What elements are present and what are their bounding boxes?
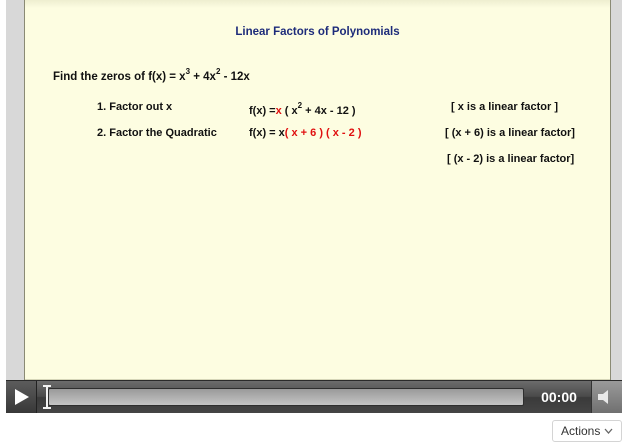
volume-button[interactable]: [591, 381, 622, 413]
video-player: Linear Factors of Polynomials Find the z…: [6, 0, 622, 412]
step-2-expr-highlight: ( x + 6 ) ( x - 2 ): [284, 127, 362, 139]
slide-title: Linear Factors of Polynomials: [235, 26, 400, 38]
time-display: 00:00: [541, 389, 577, 405]
actions-label: Actions: [561, 424, 601, 438]
actions-button[interactable]: Actions: [552, 420, 623, 442]
problem-suffix: - 12x: [220, 71, 250, 83]
seek-handle[interactable]: [43, 384, 51, 410]
problem-prefix: Find the zeros of f(x) = x: [53, 71, 186, 83]
problem-statement: Find the zeros of f(x) = x3 + 4x2 - 12x: [53, 67, 250, 83]
step-1-expression: f(x) =x ( x2 + 4x - 12 ): [249, 101, 356, 117]
speaker-icon: [598, 390, 608, 404]
chevron-down-icon: [604, 428, 613, 434]
step-1-expr-rest: ( x: [281, 105, 298, 117]
seek-bar[interactable]: [48, 388, 524, 406]
play-icon: [15, 389, 29, 405]
slide-top-edge: [25, 0, 610, 8]
step-1-expr-tail: + 4x - 12 ): [302, 105, 356, 117]
step-2-expression: f(x) = x( x + 6 ) ( x - 2 ): [249, 127, 361, 139]
play-button[interactable]: [6, 381, 37, 413]
step-1-expr-prefix: f(x) =: [249, 105, 276, 117]
extra-note: [ (x - 2) is a linear factor]: [447, 153, 575, 165]
step-1-label: 1. Factor out x: [97, 101, 173, 113]
step-2-expr-prefix: f(x) = x: [249, 127, 285, 139]
player-control-bar: 00:00: [6, 380, 622, 413]
step-2-note: [ (x + 6) is a linear factor]: [445, 127, 575, 139]
slide-canvas: Linear Factors of Polynomials Find the z…: [24, 0, 611, 380]
step-2-label: 2. Factor the Quadratic: [97, 127, 217, 139]
problem-middle: + 4x: [190, 71, 216, 83]
step-1-note: [ x is a linear factor ]: [451, 101, 558, 113]
